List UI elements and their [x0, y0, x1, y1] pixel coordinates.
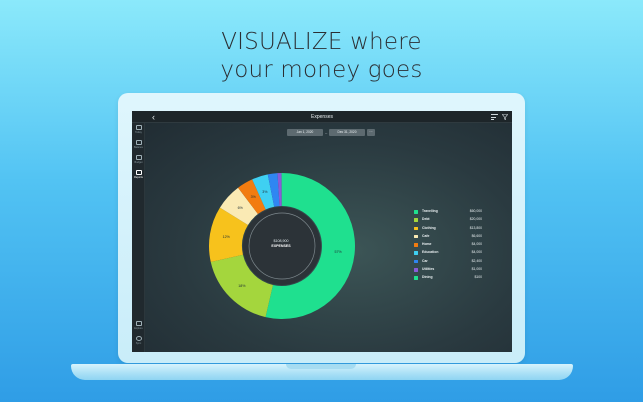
legend-category-name: Debt [422, 217, 430, 222]
sort-lines-icon[interactable] [491, 114, 498, 120]
sidebar-item-today[interactable]: Today [132, 125, 145, 134]
legend-amount: $4,000 [471, 250, 482, 255]
legend-item-utilities[interactable]: Utilities $1,000 [414, 267, 482, 275]
sidebar-item-label: Today [135, 131, 142, 134]
legend-swatch [414, 251, 418, 255]
legend-swatch [414, 243, 418, 247]
legend-category-name: Home [422, 242, 432, 247]
app-screen: ‹ Expenses Today Balance Budget Reports … [132, 111, 512, 352]
legend-amount: $20,000 [469, 217, 482, 222]
sidebar-item-budget[interactable]: Budget [132, 155, 145, 164]
legend-swatch [414, 210, 418, 214]
legend-swatch [414, 276, 418, 280]
slice-percent-label: 3% [250, 195, 256, 200]
end-date-button[interactable]: Dec 31, 2020 [329, 129, 365, 136]
sidebar: Today Balance Budget Reports Explore Syn… [132, 123, 145, 352]
sidebar-item-label: Balance [133, 146, 144, 149]
balance-icon [135, 140, 142, 145]
more-options-button[interactable]: ··· [367, 129, 375, 136]
legend-swatch [414, 218, 418, 222]
top-bar: ‹ Expenses [132, 111, 512, 123]
legend-category-name: Clothing [422, 225, 436, 230]
legend-swatch [414, 234, 418, 239]
sidebar-item-label: Reports [134, 176, 143, 179]
page-title: Expenses [311, 114, 333, 120]
legend-category-name: Utilities [422, 267, 435, 272]
filter-icon[interactable] [502, 114, 508, 120]
legend-item-clothing[interactable]: Clothing $13,800 [414, 226, 482, 234]
headline-line-2: your money goes [220, 57, 423, 83]
legend-category-name: Dining [422, 275, 433, 280]
legend-category-name: Cafe [422, 233, 430, 238]
legend-category-name: Travelling [422, 209, 438, 213]
legend-amount: $60,000 [469, 209, 482, 213]
start-date-button[interactable]: Jan 1, 2020 [287, 129, 323, 136]
sidebar-item-label: Sync [135, 342, 142, 345]
sidebar-item-label: Explore [134, 327, 143, 330]
legend-swatch [414, 259, 418, 264]
laptop-notch [286, 364, 356, 369]
legend-amount: $4,000 [471, 242, 482, 247]
sync-icon [135, 336, 142, 341]
legend-item-travelling[interactable]: Travelling $60,000 [414, 209, 482, 217]
slice-percent-label: 6% [237, 205, 243, 210]
legend-item-car[interactable]: Car $2,400 [414, 259, 482, 267]
marketing-headline: VISUALIZE where your money goes [0, 28, 643, 84]
budget-icon [135, 155, 142, 160]
sidebar-item-reports[interactable]: Reports [132, 170, 145, 179]
slice-percent-label: 3% [262, 190, 268, 195]
legend-category-name: Car [422, 258, 428, 263]
slice-percent-label: 57% [334, 250, 342, 255]
explore-icon [135, 321, 142, 326]
sidebar-item-label: Budget [134, 161, 143, 164]
calendar-icon [135, 125, 142, 130]
legend-item-home[interactable]: Home $4,000 [414, 242, 482, 250]
legend-amount: $2,400 [471, 258, 482, 263]
legend-item-education[interactable]: Education $4,000 [414, 250, 482, 258]
bar-chart-icon [135, 170, 142, 175]
legend-category-name: Education [422, 250, 439, 255]
slice-percent-label: 12% [222, 234, 230, 239]
chart-legend: Travelling $60,000 Debt $20,000 Clothing $13,… [414, 209, 482, 284]
sidebar-item-explore[interactable]: Explore [132, 321, 145, 330]
sidebar-item-balance[interactable]: Balance [132, 140, 145, 149]
legend-item-debt[interactable]: Debt $20,000 [414, 217, 482, 225]
legend-item-dining[interactable]: Dining $100 [414, 275, 482, 283]
legend-amount: $100 [474, 275, 482, 280]
date-separator: – [325, 130, 328, 135]
legend-amount: $13,800 [469, 225, 482, 230]
legend-amount: $6,600 [471, 233, 482, 238]
legend-swatch [414, 226, 418, 231]
legend-swatch [414, 268, 418, 272]
total-expenses-label: EXPENSES [271, 244, 291, 248]
legend-amount: $1,000 [471, 267, 482, 272]
slice-percent-label: 18% [238, 283, 246, 288]
headline-line-1: VISUALIZE where [221, 29, 422, 55]
sidebar-item-sync[interactable]: Sync [132, 336, 145, 345]
legend-item-cafe[interactable]: Cafe $6,600 [414, 234, 482, 242]
total-expenses-value: $108,900 [273, 239, 289, 243]
